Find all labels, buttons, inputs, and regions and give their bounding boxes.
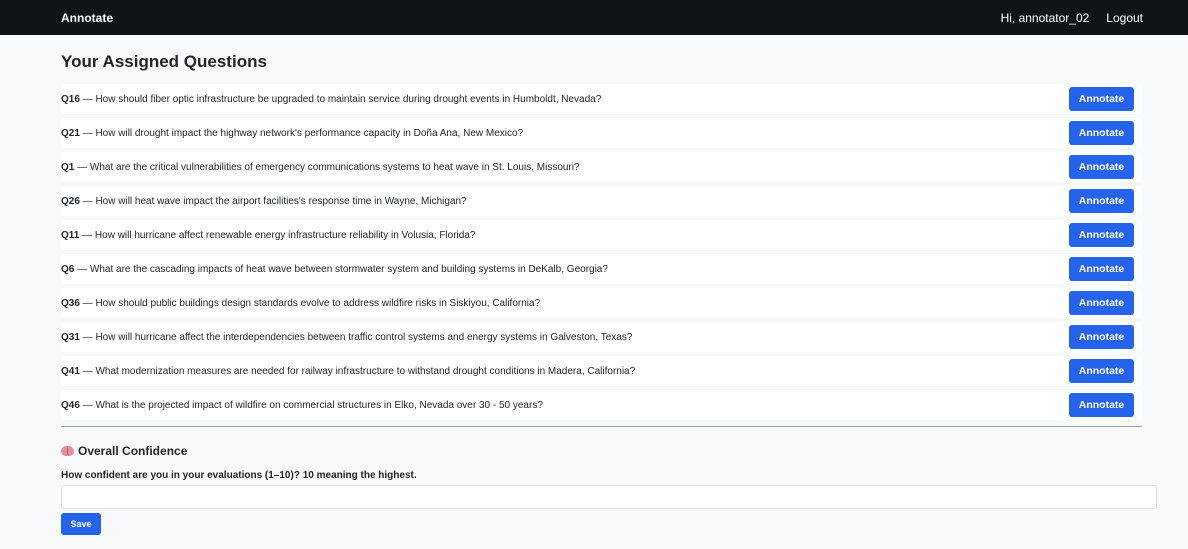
question-id: Q21 (61, 127, 80, 139)
question-body: — What are the critical vulnerabilities … (74, 161, 580, 173)
annotate-button[interactable]: Annotate (1069, 223, 1134, 247)
question-text: Q11 — How will hurricane affect renewabl… (61, 230, 475, 241)
question-row: Q41 — What modernization measures are ne… (61, 356, 1142, 386)
question-id: Q26 (61, 195, 80, 207)
question-id: Q16 (61, 93, 80, 105)
question-text: Q46 — What is the projected impact of wi… (61, 400, 543, 411)
question-text: Q41 — What modernization measures are ne… (61, 366, 635, 377)
question-id: Q1 (61, 161, 75, 173)
brand-logo[interactable]: Annotate (61, 11, 113, 25)
annotate-button[interactable]: Annotate (1069, 155, 1134, 179)
annotate-button[interactable]: Annotate (1069, 325, 1134, 349)
annotate-button[interactable]: Annotate (1069, 87, 1134, 111)
section-divider (61, 426, 1142, 427)
question-id: Q41 (61, 365, 80, 377)
question-body: — How should public buildings design sta… (79, 297, 541, 309)
question-body: — What is the projected impact of wildfi… (79, 399, 543, 411)
question-text: Q16 — How should fiber optic infrastruct… (61, 94, 601, 105)
question-body: — How will hurricane affect renewable en… (79, 229, 476, 241)
brain-icon (61, 445, 74, 456)
question-text: Q21 — How will drought impact the highwa… (61, 128, 523, 139)
page-title: Your Assigned Questions (61, 52, 267, 71)
question-text: Q31 — How will hurricane affect the inte… (61, 332, 632, 343)
question-body: — How will drought impact the highway ne… (79, 127, 524, 139)
confidence-heading: Overall Confidence (61, 443, 1142, 458)
question-body: — What are the cascading impacts of heat… (74, 263, 608, 275)
save-button[interactable]: Save (61, 513, 101, 535)
top-navbar: Annotate Hi, annotator_02 Logout (0, 0, 1188, 35)
annotate-button[interactable]: Annotate (1069, 121, 1134, 145)
question-text: Q26 — How will heat wave impact the airp… (61, 196, 467, 207)
annotate-button[interactable]: Annotate (1069, 393, 1134, 417)
annotate-button[interactable]: Annotate (1069, 359, 1134, 383)
question-body: — What modernization measures are needed… (79, 365, 636, 377)
confidence-label: How confident are you in your evaluation… (61, 470, 417, 481)
question-id: Q46 (61, 399, 80, 411)
question-row: Q26 — How will heat wave impact the airp… (61, 186, 1142, 216)
question-row: Q16 — How should fiber optic infrastruct… (61, 84, 1142, 114)
question-id: Q36 (61, 297, 80, 309)
annotate-button[interactable]: Annotate (1069, 257, 1134, 281)
annotate-button[interactable]: Annotate (1069, 291, 1134, 315)
question-row: Q1 — What are the critical vulnerabiliti… (61, 152, 1142, 182)
user-greeting: Hi, annotator_02 (1000, 10, 1090, 25)
confidence-input[interactable] (61, 485, 1157, 509)
nav-right: Hi, annotator_02 Logout (1001, 11, 1143, 25)
question-id: Q31 (61, 331, 80, 343)
question-body: — How will hurricane affect the interdep… (79, 331, 633, 343)
annotate-button[interactable]: Annotate (1069, 189, 1134, 213)
question-text: Q36 — How should public buildings design… (61, 298, 540, 309)
question-id: Q11 (61, 229, 80, 241)
question-row: Q6 — What are the cascading impacts of h… (61, 254, 1142, 284)
question-row: Q31 — How will hurricane affect the inte… (61, 322, 1142, 352)
question-body: — How should fiber optic infrastructure … (79, 93, 602, 105)
question-row: Q46 — What is the projected impact of wi… (61, 390, 1142, 420)
logout-link[interactable]: Logout (1106, 11, 1143, 25)
question-text: Q1 — What are the critical vulnerabiliti… (61, 162, 580, 173)
question-row: Q11 — How will hurricane affect renewabl… (61, 220, 1142, 250)
question-text: Q6 — What are the cascading impacts of h… (61, 264, 608, 275)
question-list: Q16 — How should fiber optic infrastruct… (61, 84, 1142, 420)
question-row: Q36 — How should public buildings design… (61, 288, 1142, 318)
question-body: — How will heat wave impact the airport … (79, 195, 467, 207)
main-container: Your Assigned Questions Q16 — How should… (61, 35, 1157, 535)
confidence-title-text: Overall Confidence (78, 443, 188, 458)
question-id: Q6 (61, 263, 75, 275)
question-row: Q21 — How will drought impact the highwa… (61, 118, 1142, 148)
